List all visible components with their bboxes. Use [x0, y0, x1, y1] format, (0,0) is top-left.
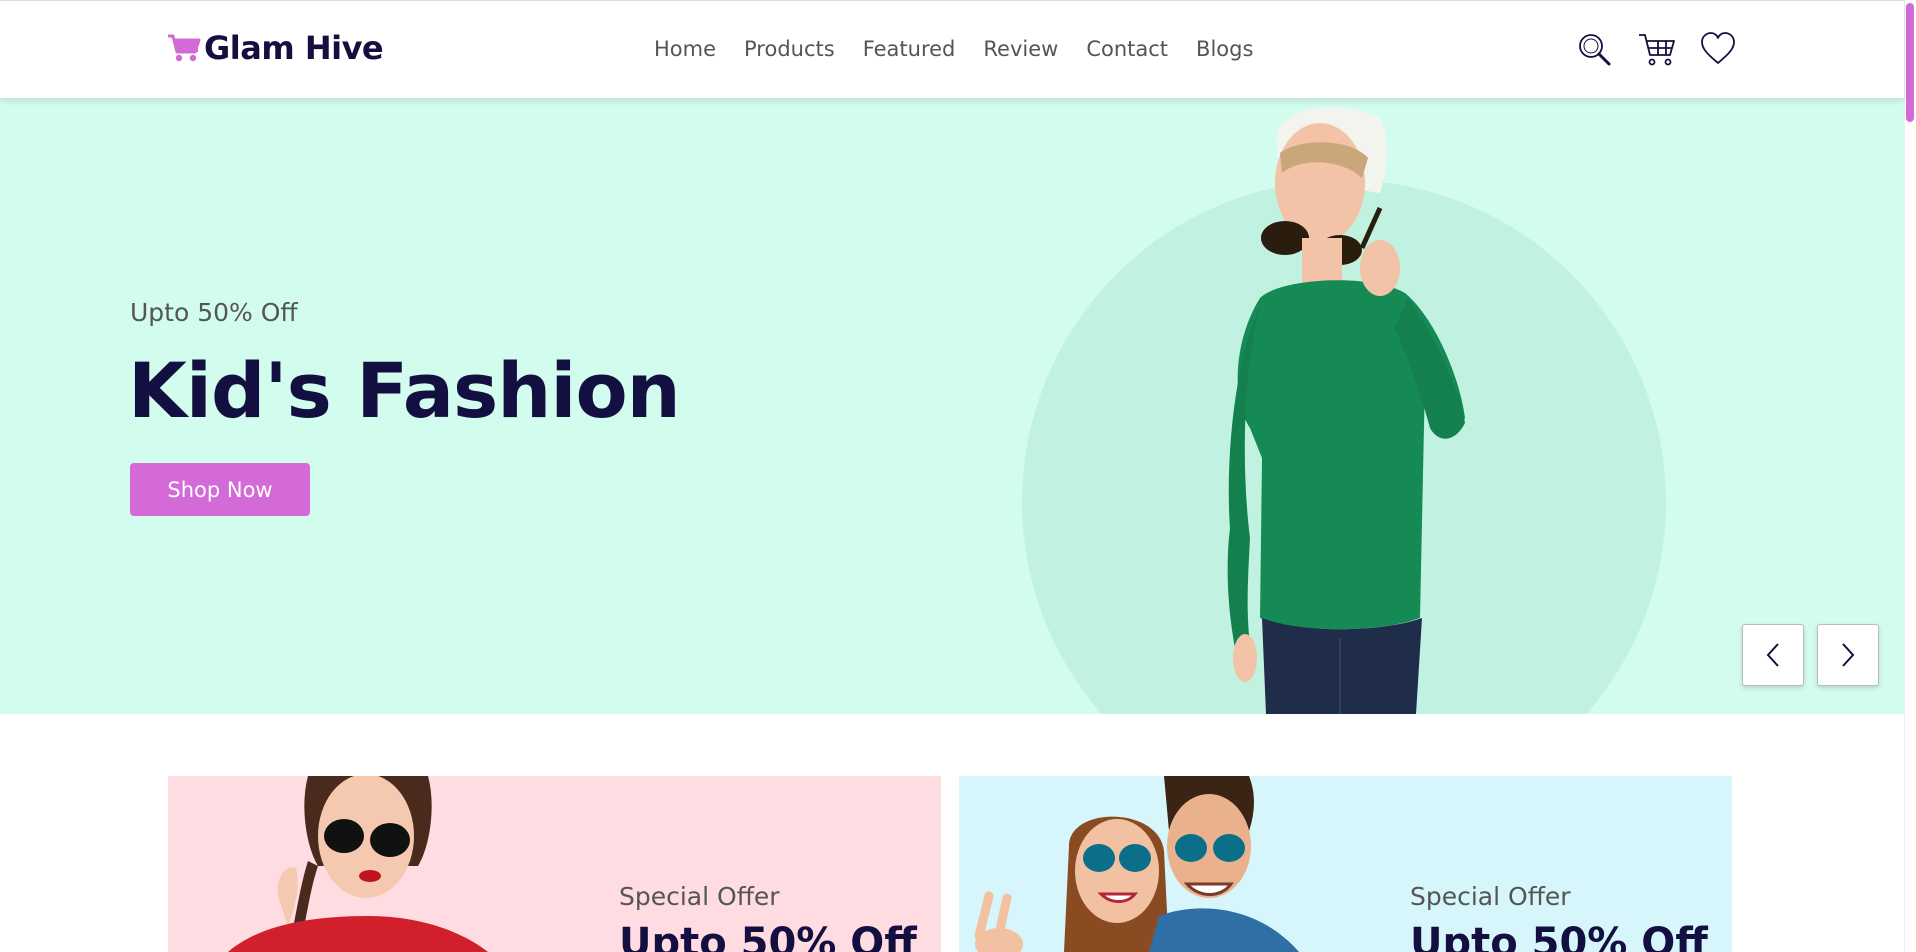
heart-icon[interactable] [1700, 31, 1736, 67]
search-icon[interactable] [1576, 31, 1612, 67]
nav-products[interactable]: Products [744, 37, 835, 61]
offer-couple-image [974, 776, 1299, 952]
site-header: Glam Hive Home Products Featured Review … [0, 0, 1904, 98]
nav-contact[interactable]: Contact [1086, 37, 1168, 61]
offer-label: Special Offer [619, 882, 780, 911]
shop-now-button[interactable]: Shop Now [130, 463, 310, 516]
main-nav: Home Products Featured Review Contact Bl… [654, 37, 1281, 61]
hero-boy-image [1227, 107, 1465, 714]
nav-featured[interactable]: Featured [863, 37, 956, 61]
header-icons [1576, 31, 1736, 67]
offer-woman-image [228, 776, 488, 952]
nav-home[interactable]: Home [654, 37, 716, 61]
page-scrollbar[interactable] [1904, 0, 1916, 952]
hero-slider: Upto 50% Off Kid's Fashion Shop Now [0, 98, 1904, 714]
offer-label: Special Offer [1410, 882, 1571, 911]
nav-blogs[interactable]: Blogs [1196, 37, 1253, 61]
nav-review[interactable]: Review [983, 37, 1058, 61]
chevron-left-icon [1766, 643, 1779, 667]
brand-logo[interactable]: Glam Hive [167, 29, 384, 67]
offer-title: Upto 50% Off [1410, 920, 1708, 952]
offer-card-couple[interactable]: Special Offer Upto 50% Off [959, 776, 1732, 952]
cart-icon[interactable] [1638, 31, 1675, 67]
offer-title: Upto 50% Off [619, 920, 917, 952]
hero-title: Kid's Fashion [128, 346, 681, 435]
hero-subtitle: Upto 50% Off [130, 298, 298, 327]
scrollbar-thumb[interactable] [1906, 3, 1914, 122]
chevron-right-icon [1842, 643, 1855, 667]
slider-next-button[interactable] [1817, 624, 1879, 686]
slider-prev-button[interactable] [1742, 624, 1804, 686]
offer-card-women[interactable]: Special Offer Upto 50% Off [168, 776, 941, 952]
cart-icon [168, 34, 201, 62]
brand-name: Glam Hive [204, 29, 384, 67]
